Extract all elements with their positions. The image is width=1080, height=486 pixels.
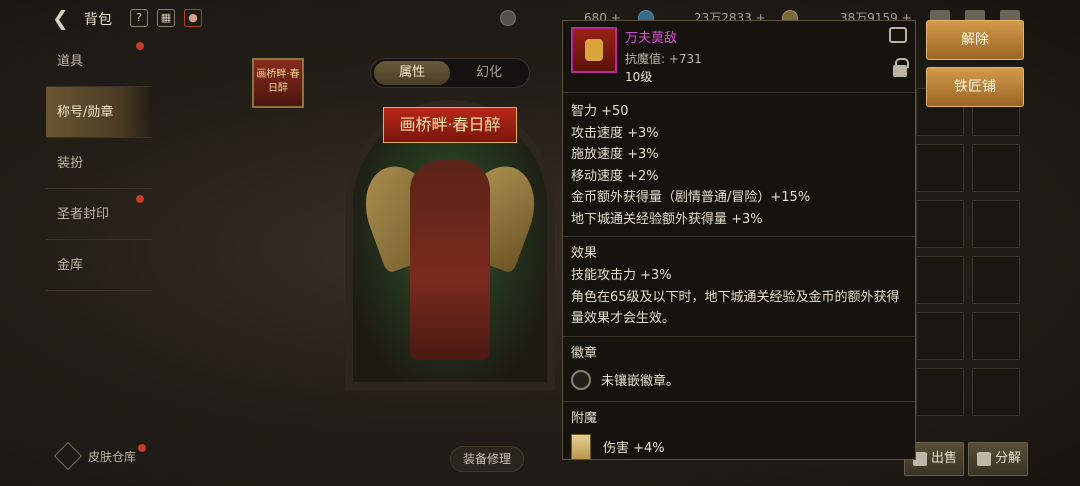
inventory-slot[interactable] [972,144,1020,192]
notification-dot [136,42,144,50]
item-resist: 抗魔值: +731 [625,52,702,66]
divider [563,335,915,337]
back-arrow-icon[interactable]: ❮ [52,8,76,28]
inventory-slot[interactable] [972,312,1020,360]
sidebar-item-items[interactable]: 道具 [46,36,152,87]
tab-appearance[interactable]: 幻化 [451,61,527,85]
divider [563,236,915,237]
title-item-icon [571,27,617,73]
share-icon[interactable] [889,27,907,43]
enchant-row: 伤害 +4% [571,430,907,459]
sell-label: 出售 [930,451,957,466]
item-name: 万夫莫敌 [625,31,678,46]
inventory-slot[interactable] [972,256,1020,304]
title-slot-text: 画桥畔·春日醉 [256,69,300,94]
stat-line: 移动速度 +2% [571,168,659,184]
divider [563,400,915,402]
repair-button[interactable]: 装备修理 [450,446,525,472]
title-slot[interactable]: 画桥畔·春日醉 [252,58,304,108]
skin-store-label: 皮肤仓库 [88,449,137,464]
inventory-slot[interactable] [916,256,964,304]
page-title: 背包 [84,12,112,28]
sidebar-item-label: 道具 [57,54,84,69]
sidebar-item-vault[interactable]: 金库 [46,240,152,291]
view-tabs: 属性 幻化 [370,58,530,88]
character-avatar[interactable] [410,160,490,360]
stat-line: 施放速度 +3% [571,147,659,162]
sidebar-item-seal[interactable]: 圣者封印 [46,189,152,240]
enchant-text: 伤害 +4% [603,441,665,456]
sidebar-item-titles-medals[interactable]: 称号/勋章 [46,87,152,138]
emblem-row: 未镶嵌徽章。 [571,365,907,395]
notification-dot [136,195,144,203]
inventory-slot[interactable] [916,312,964,360]
stat-line: 攻击速度 +3% [571,125,659,141]
tooltip-header: 万夫莫敌 抗魔值: +731 10级 [563,21,915,93]
dismantle-icon [977,452,991,466]
bag-icon[interactable]: ● [184,9,202,27]
item-tooltip: 万夫莫敌 抗魔值: +731 10级 智力 +50 攻击速度 +3% 施放速度 … [562,20,916,460]
inventory-slot[interactable] [972,368,1020,416]
sidebar-item-label: 圣者封印 [57,207,110,222]
stat-line: 地下城通关经验额外获得量 +3% [571,211,763,227]
enchant-card-icon [571,433,591,459]
dismantle-label: 分解 [994,451,1021,466]
tab-attributes[interactable]: 属性 [374,61,450,85]
emblem-text: 未镶嵌徽章。 [601,374,680,389]
help-icon[interactable]: ? [130,9,148,27]
sidebar-item-label: 称号/勋章 [57,105,114,120]
skin-store-button[interactable]: 皮肤仓库 [53,441,147,471]
notification-dot [138,444,147,452]
inventory-slot[interactable] [916,200,964,248]
sidebar-item-costume[interactable]: 装扮 [46,138,152,189]
effect-description: 角色在65级及以下时，地下城通关经验及金币的额外获得量效果才会生效。 [571,289,900,327]
tooltip-body: 智力 +50 攻击速度 +3% 施放速度 +3% 移动速度 +2% 金币额外获得… [563,101,915,459]
enchant-title: 附魔 [571,410,598,426]
blacksmith-button[interactable]: 铁匠铺 [926,67,1024,107]
dismantle-button[interactable]: 分解 [968,442,1028,476]
character-title-banner: 画桥畔·春日醉 [383,107,517,143]
effect-title: 效果 [571,246,598,261]
item-level: 10级 [625,70,653,84]
sidebar: 道具 称号/勋章 装扮 圣者封印 金库 [46,36,152,291]
repair-label: 装备修理 [463,452,512,466]
inventory-slot[interactable] [916,368,964,416]
emblem-socket-icon [571,369,591,390]
sidebar-item-label: 装扮 [57,156,84,171]
inventory-slot[interactable] [916,144,964,192]
top-bar: ❮ 背包 ? ▦ ● 680 + 23万2833 + 38万9159 + [0,0,1080,36]
effect-line: 技能攻击力 +3% [571,268,672,283]
emblem-title: 徽章 [571,345,598,361]
sidebar-item-label: 金库 [57,258,84,273]
currency-icon [500,10,516,26]
calendar-icon[interactable]: ▦ [157,9,175,27]
diamond-icon [53,441,83,471]
remove-button[interactable]: 解除 [926,20,1024,60]
inventory-slot[interactable] [972,200,1020,248]
lock-icon[interactable] [893,58,909,77]
stat-line: 金币额外获得量（剧情普通/冒险）+15% [571,190,811,205]
stat-line: 智力 +50 [571,104,629,119]
